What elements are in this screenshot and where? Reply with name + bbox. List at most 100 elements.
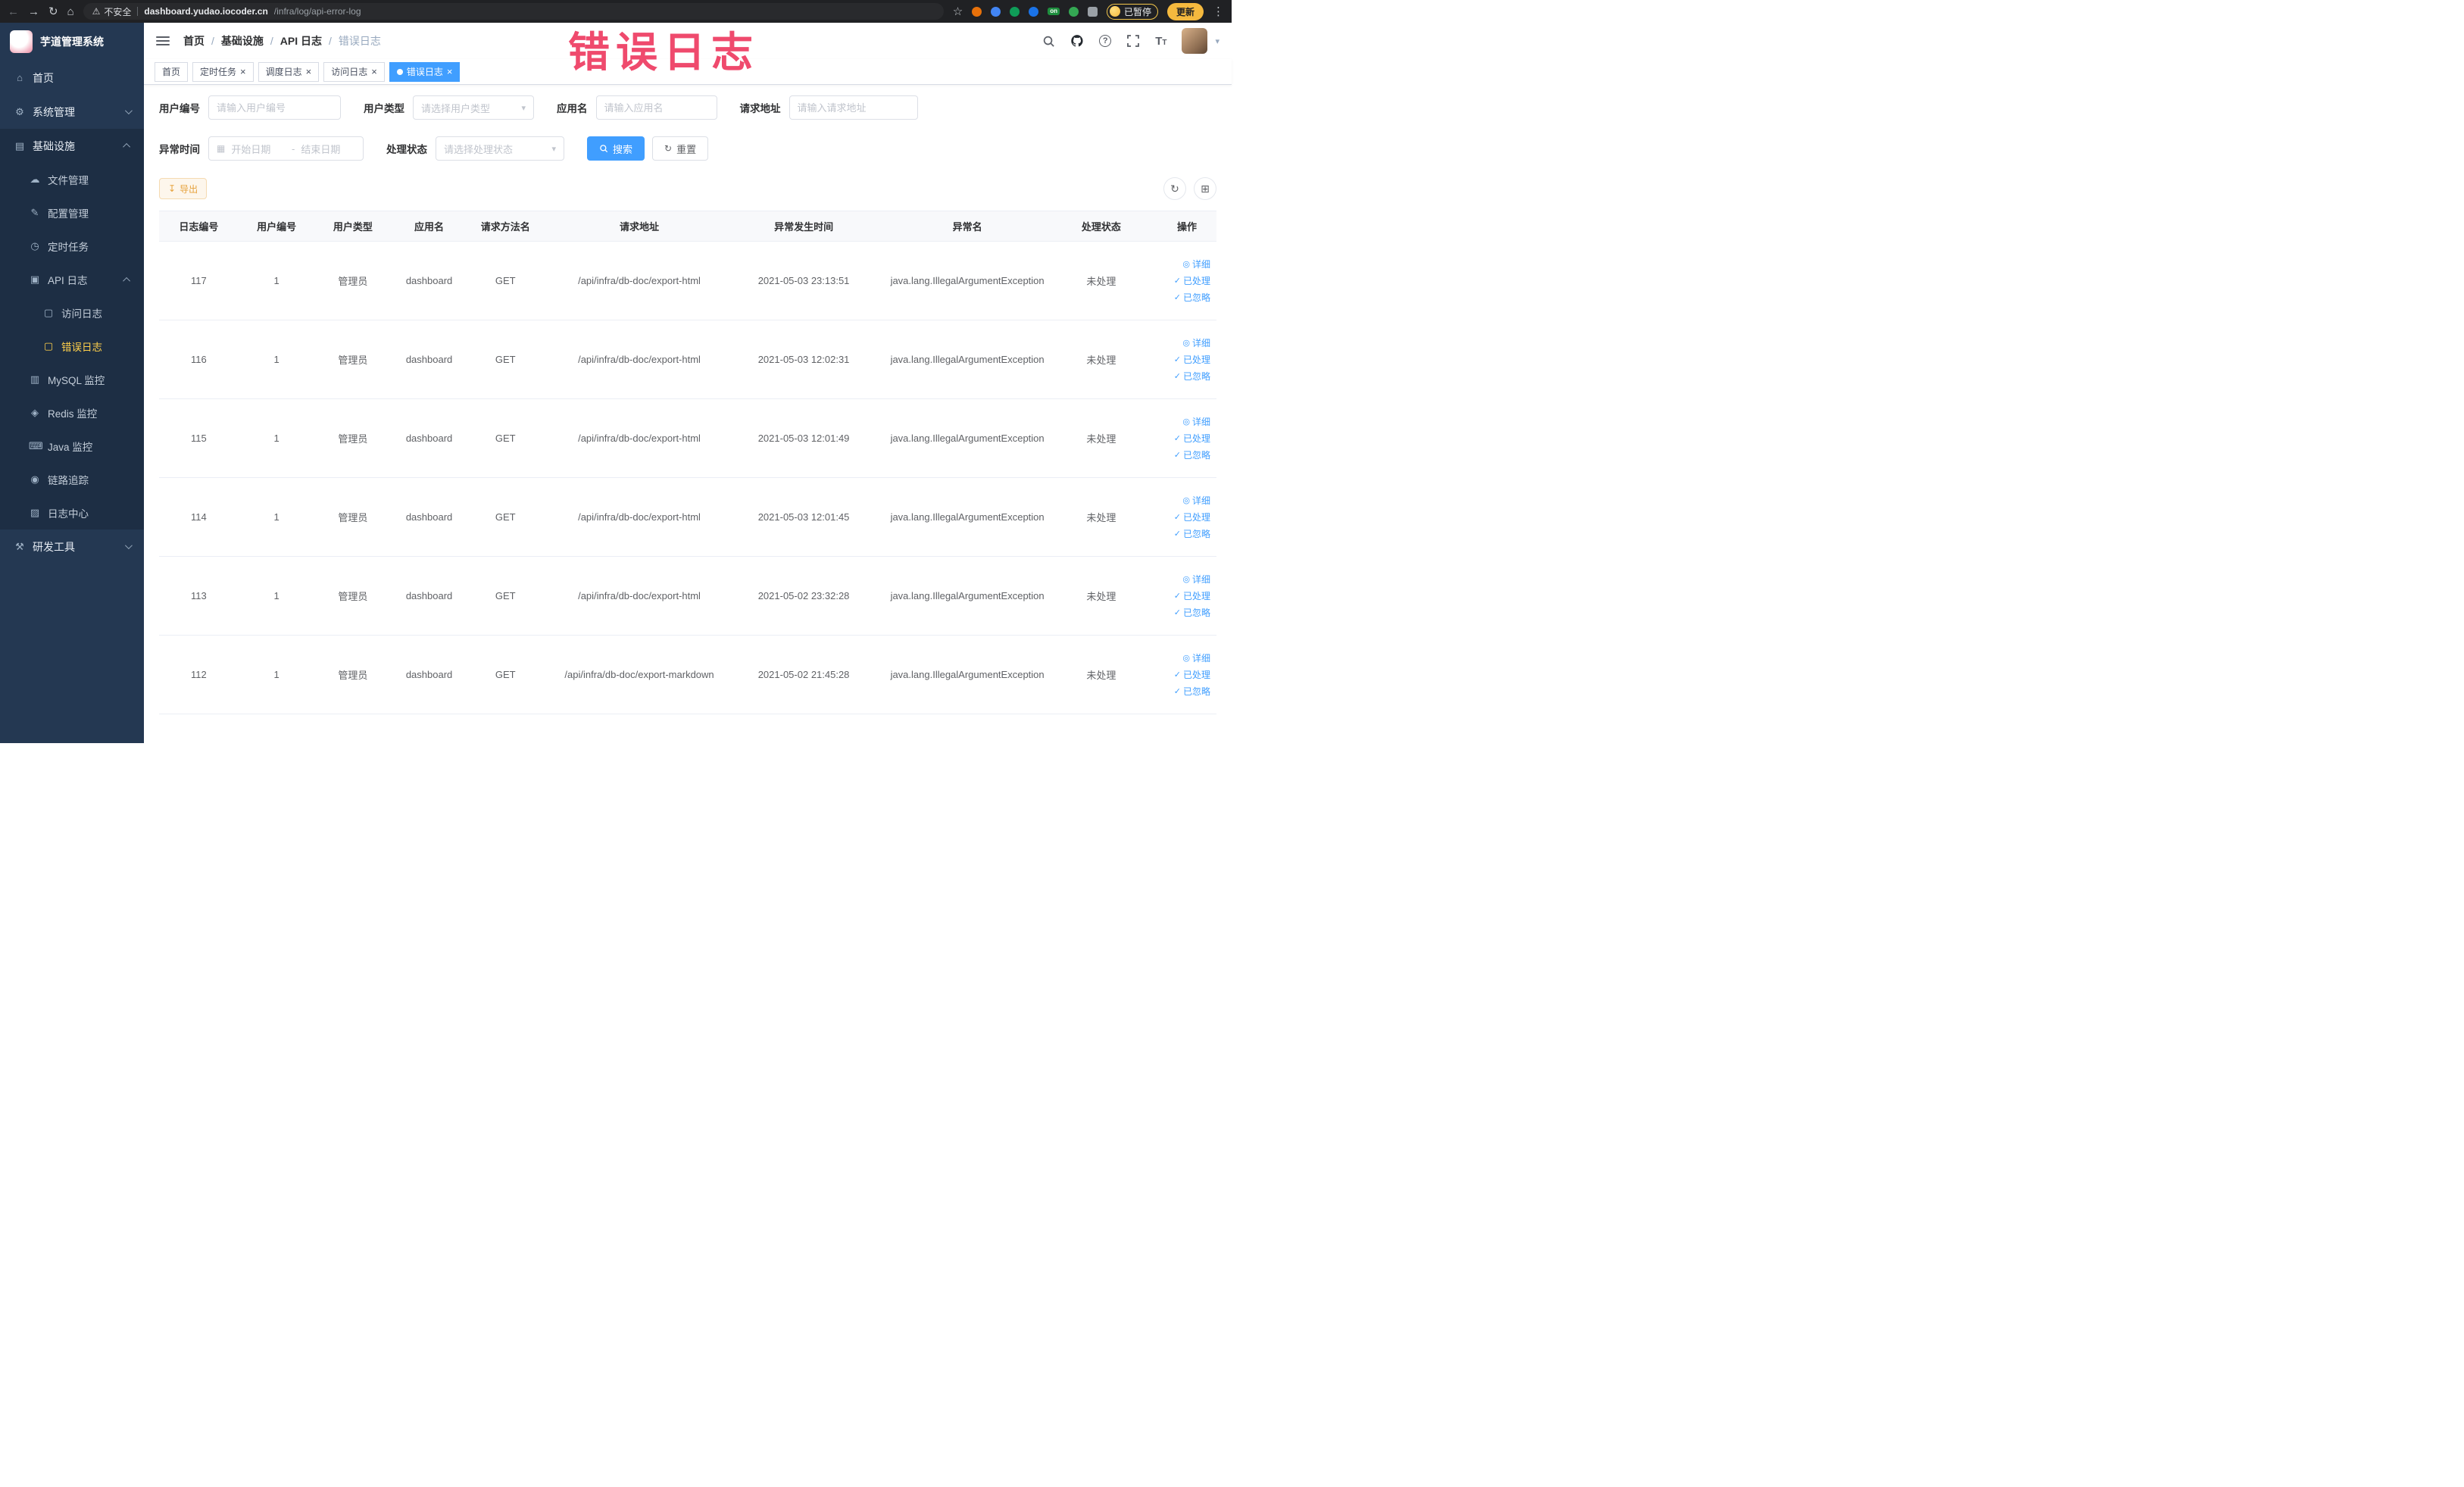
sidebar-item-infra[interactable]: ▤ 基础设施 [0, 129, 144, 163]
col-actions: 操作 [1140, 211, 1216, 242]
sidebar-item-file-manage[interactable]: ☁ 文件管理 [0, 163, 144, 196]
bookmark-star-icon[interactable]: ☆ [953, 6, 963, 17]
user-id-input[interactable] [208, 95, 341, 120]
trace-icon: ◉ [30, 473, 39, 485]
sidebar-item-log-center[interactable]: ▨ 日志中心 [0, 496, 144, 530]
extension-icon-blue[interactable] [991, 6, 1001, 17]
detail-link[interactable]: ◎ 详细 [1140, 335, 1210, 351]
cell-actions: ◎ 详细 ✓ 已处理 ✓ 已忽略 [1140, 556, 1216, 636]
detail-link[interactable]: ◎ 详细 [1140, 256, 1210, 273]
security-chip[interactable]: ⚠ 不安全 [92, 5, 132, 18]
address-bar[interactable]: ⚠ 不安全 dashboard.yudao.iocoder.cn /infra/… [83, 3, 944, 20]
sidebar-item-error-log[interactable]: ▢ 错误日志 [0, 330, 144, 363]
tab-home[interactable]: 首页 [155, 61, 189, 82]
sidebar-item-redis-monitor[interactable]: ◈ Redis 监控 [0, 396, 144, 430]
close-icon[interactable]: × [371, 67, 377, 77]
sidebar-item-label: Redis 监控 [48, 408, 98, 420]
sidebar-item-access-log[interactable]: ▢ 访问日志 [0, 296, 144, 330]
ignored-link[interactable]: ✓ 已忽略 [1140, 526, 1210, 542]
extension-icon-leaf[interactable] [1068, 6, 1079, 17]
pencil-icon: ✎ [30, 207, 39, 218]
columns-icon: ⊞ [1201, 182, 1210, 195]
processed-link[interactable]: ✓ 已处理 [1140, 430, 1210, 447]
date-range-picker[interactable]: ▦ 开始日期 - 结束日期 [208, 136, 364, 161]
col-app-name: 应用名 [391, 211, 467, 242]
close-icon[interactable]: × [240, 67, 246, 77]
app-name-input[interactable] [595, 95, 717, 120]
search-button[interactable]: 搜索 [587, 136, 645, 161]
ignored-link[interactable]: ✓ 已忽略 [1140, 289, 1210, 306]
processed-link[interactable]: ✓ 已处理 [1140, 588, 1210, 604]
cell-status: 未处理 [1062, 320, 1141, 399]
sidebar-item-label: 首页 [33, 71, 54, 84]
close-icon[interactable]: × [447, 67, 453, 77]
request-url-input[interactable] [789, 95, 918, 120]
help-icon[interactable]: ? [1099, 35, 1112, 47]
reset-button[interactable]: ↻ 重置 [652, 136, 709, 161]
detail-link[interactable]: ◎ 详细 [1140, 492, 1210, 509]
export-button[interactable]: ↧ 导出 [159, 178, 208, 199]
processed-link[interactable]: ✓ 已处理 [1140, 273, 1210, 289]
sidebar-item-trace[interactable]: ◉ 链路追踪 [0, 463, 144, 496]
sidebar-item-mysql-monitor[interactable]: ▥ MySQL 监控 [0, 363, 144, 396]
check-icon: ✓ [1173, 591, 1181, 601]
refresh-button[interactable]: ↻ [1163, 177, 1186, 200]
chevron-down-icon[interactable]: ▾ [1215, 36, 1220, 46]
breadcrumb-item-home[interactable]: 首页 [183, 33, 205, 48]
fullscreen-icon[interactable] [1126, 34, 1140, 48]
tab-scheduled-job[interactable]: 定时任务 × [192, 61, 254, 82]
check-icon: ✓ [1173, 670, 1181, 679]
extensions-puzzle-icon[interactable] [1087, 6, 1098, 17]
app-frame: 芋道管理系统 ⌂ 首页 ⚙ 系统管理 ▤ 基础设施 ☁ 文件管理 ✎ 配置管理 [0, 23, 1232, 743]
cell-log-id: 114 [159, 477, 239, 557]
tab-error-log[interactable]: 错误日志 × [389, 61, 461, 82]
detail-link[interactable]: ◎ 详细 [1140, 414, 1210, 430]
browser-home-icon[interactable]: ⌂ [67, 6, 74, 17]
close-icon[interactable]: × [306, 67, 312, 77]
paused-badge[interactable]: 已暂停 [1106, 3, 1158, 20]
github-icon[interactable] [1070, 34, 1084, 48]
column-settings-button[interactable]: ⊞ [1194, 177, 1216, 200]
browser-reload-icon[interactable]: ↻ [48, 6, 58, 17]
cell-user-id: 1 [238, 320, 315, 399]
extension-icon-red[interactable] [972, 6, 982, 17]
date-separator: - [292, 142, 295, 155]
processed-link[interactable]: ✓ 已处理 [1140, 351, 1210, 368]
sidebar-item-scheduled-job[interactable]: ◷ 定时任务 [0, 230, 144, 263]
ignored-link[interactable]: ✓ 已忽略 [1140, 447, 1210, 464]
process-status-select[interactable]: 请选择处理状态 ▾ [436, 136, 564, 161]
detail-link[interactable]: ◎ 详细 [1140, 650, 1210, 667]
cell-user-type: 管理员 [314, 320, 392, 399]
extension-icon-grid[interactable] [1029, 6, 1039, 17]
cell-user-id: 1 [238, 477, 315, 557]
ignored-link[interactable]: ✓ 已忽略 [1140, 604, 1210, 621]
tab-schedule-log[interactable]: 调度日志 × [258, 61, 320, 82]
detail-link[interactable]: ◎ 详细 [1140, 571, 1210, 588]
extension-on-badge[interactable]: on [1048, 8, 1060, 15]
browser-back-icon[interactable]: ← [8, 6, 19, 17]
search-icon[interactable] [1042, 34, 1055, 48]
browser-update-button[interactable]: 更新 [1166, 2, 1204, 20]
sidebar-item-java-monitor[interactable]: ⌨ Java 监控 [0, 430, 144, 463]
tab-access-log[interactable]: 访问日志 × [323, 61, 385, 82]
hamburger-icon[interactable] [156, 36, 170, 45]
avatar[interactable] [1182, 28, 1208, 54]
ignored-link[interactable]: ✓ 已忽略 [1140, 683, 1210, 700]
extension-icon-green[interactable] [1010, 6, 1020, 17]
ignored-link[interactable]: ✓ 已忽略 [1140, 368, 1210, 385]
sidebar-item-config-manage[interactable]: ✎ 配置管理 [0, 196, 144, 230]
user-type-select[interactable]: 请选择用户类型 ▾ [413, 95, 534, 120]
check-icon: ✓ [1173, 371, 1181, 381]
sidebar-item-api-log[interactable]: ▣ API 日志 [0, 263, 144, 296]
browser-menu-icon[interactable]: ⋮ [1213, 6, 1224, 17]
processed-link[interactable]: ✓ 已处理 [1140, 667, 1210, 683]
sidebar-item-home[interactable]: ⌂ 首页 [0, 61, 144, 95]
browser-forward-icon[interactable]: → [28, 6, 39, 17]
sidebar-item-label: 文件管理 [48, 175, 89, 186]
breadcrumb-item-api-log[interactable]: API 日志 [280, 33, 322, 48]
sidebar-item-dev-tools[interactable]: ⚒ 研发工具 [0, 530, 144, 564]
font-size-icon[interactable]: TT [1155, 35, 1166, 48]
processed-link[interactable]: ✓ 已处理 [1140, 509, 1210, 526]
breadcrumb-item-infra[interactable]: 基础设施 [221, 33, 264, 48]
sidebar-item-system[interactable]: ⚙ 系统管理 [0, 95, 144, 129]
